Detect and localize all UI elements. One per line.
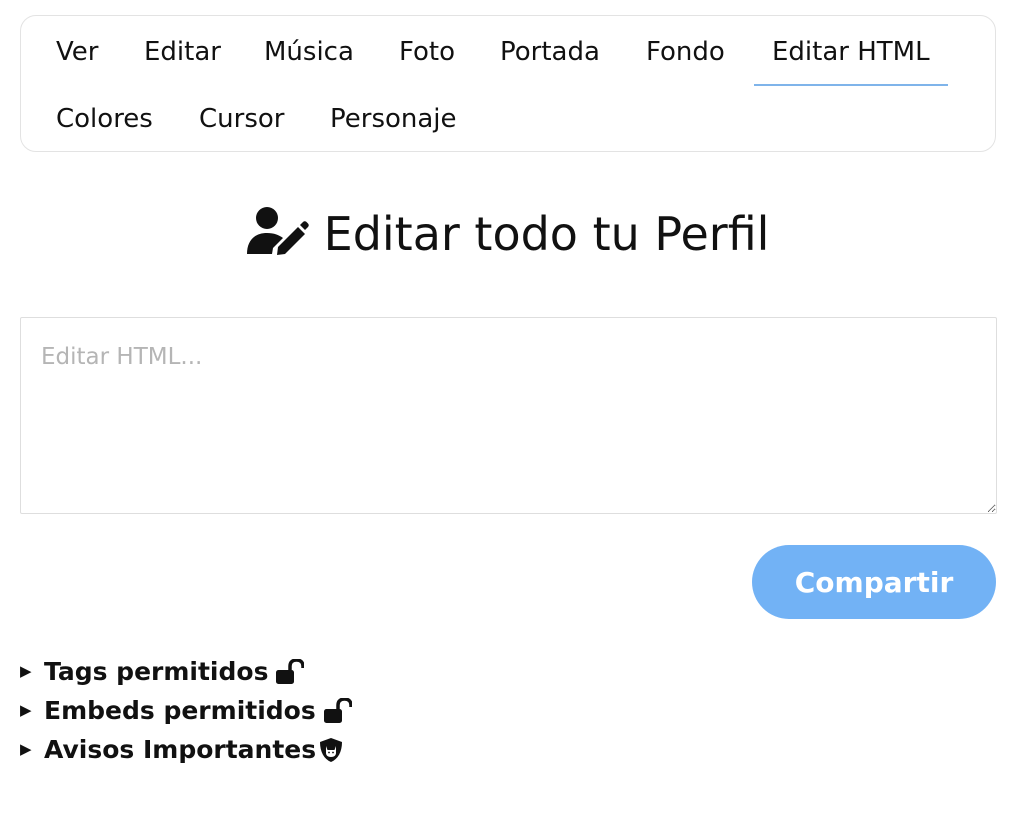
profile-tabs: Ver Editar Música Foto Portada Fondo Edi… xyxy=(20,15,996,152)
tab-musica[interactable]: Música xyxy=(264,36,354,68)
disclosure-triangle-icon: ▶ xyxy=(20,740,32,758)
tab-personaje[interactable]: Personaje xyxy=(330,103,457,135)
tab-portada[interactable]: Portada xyxy=(500,36,600,68)
shield-cat-icon xyxy=(320,737,343,762)
page-title: Editar todo tu Perfil xyxy=(323,207,770,261)
details-tags-permitidos[interactable]: ▶ Tags permitidos xyxy=(20,652,352,691)
details-label: Avisos Importantes xyxy=(44,735,317,764)
tab-fondo[interactable]: Fondo xyxy=(646,36,725,68)
disclosure-triangle-icon: ▶ xyxy=(20,662,32,680)
page-header: Editar todo tu Perfil xyxy=(0,206,1016,261)
details-avisos-importantes[interactable]: ▶ Avisos Importantes xyxy=(20,730,352,769)
details-list: ▶ Tags permitidos ▶ Embeds permitidos ▶ … xyxy=(20,652,352,769)
details-label: Embeds permitidos xyxy=(44,696,316,725)
tab-editar-html[interactable]: Editar HTML xyxy=(754,36,948,86)
tab-editar[interactable]: Editar xyxy=(144,36,221,68)
details-embeds-permitidos[interactable]: ▶ Embeds permitidos xyxy=(20,691,352,730)
tab-colores[interactable]: Colores xyxy=(56,103,153,135)
html-editor-textarea[interactable] xyxy=(20,317,997,514)
details-label: Tags permitidos xyxy=(44,657,269,686)
tab-ver[interactable]: Ver xyxy=(56,36,98,68)
unlock-icon xyxy=(276,658,305,684)
tab-cursor[interactable]: Cursor xyxy=(199,103,284,135)
tab-foto[interactable]: Foto xyxy=(399,36,455,68)
unlock-icon xyxy=(323,697,352,723)
share-button[interactable]: Compartir xyxy=(752,545,996,619)
disclosure-triangle-icon: ▶ xyxy=(20,701,32,719)
user-pen-icon xyxy=(246,207,309,255)
